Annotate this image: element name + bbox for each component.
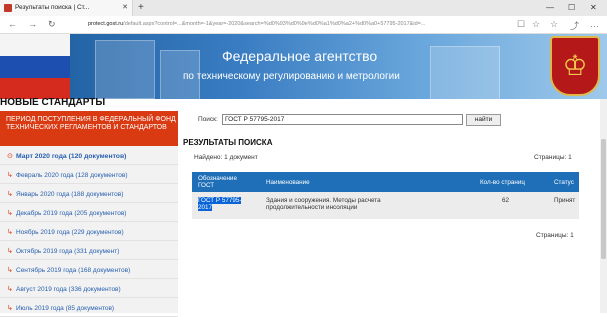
- document-pages: 62: [502, 197, 510, 204]
- forward-icon[interactable]: →: [28, 19, 37, 29]
- sidebar-period-header: ПЕРИОД ПОСТУПЛЕНИЯ В ФЕДЕРАЛЬНЫЙ ФОНД ТЕ…: [0, 111, 178, 146]
- back-icon[interactable]: ←: [8, 19, 17, 29]
- url-host: protect.gost.ru: [88, 21, 124, 27]
- arrow-icon: ↳: [7, 267, 13, 274]
- maximize-icon[interactable]: ☐: [568, 3, 575, 12]
- favicon-icon: [4, 4, 12, 12]
- results-title: РЕЗУЛЬТАТЫ ПОИСКА: [183, 138, 273, 147]
- sidebar-item-jul-2019[interactable]: ↳ Июль 2019 года (85 документов): [0, 300, 178, 317]
- sidebar-item-label: Сентябрь 2019 года (168 документов): [16, 267, 131, 274]
- arrow-icon: ↳: [7, 305, 13, 312]
- tab-title: Результаты поиска | Ст...: [15, 4, 90, 11]
- favorites-hub-icon[interactable]: ☆: [550, 19, 558, 30]
- arrow-icon: ↳: [7, 286, 13, 293]
- browser-tab[interactable]: Результаты поиска | Ст... ✕: [0, 0, 133, 16]
- arrow-icon: ↳: [7, 210, 13, 217]
- sidebar: ПЕРИОД ПОСТУПЛЕНИЯ В ФЕДЕРАЛЬНЫЙ ФОНД ТЕ…: [0, 111, 178, 317]
- url-path: /default.aspx?control=...&month=-1&year=…: [123, 21, 426, 27]
- building-image: [430, 46, 500, 99]
- arrow-icon: ↳: [7, 248, 13, 255]
- pagination-top: Страницы: 1: [534, 154, 572, 161]
- tab-close-icon[interactable]: ✕: [122, 3, 128, 11]
- sidebar-item-label: Ноябрь 2019 года (229 документов): [16, 229, 124, 236]
- current-period-icon: ⊙: [7, 153, 13, 160]
- russian-flag-icon: [0, 34, 70, 99]
- scrollbar-thumb[interactable]: [601, 139, 606, 259]
- sidebar-item-label: Август 2019 года (336 документов): [16, 286, 121, 293]
- sidebar-item-label: Декабрь 2019 года (205 документов): [16, 210, 127, 217]
- search-label: Поиск:: [198, 116, 218, 123]
- banner-title: Федеральное агентство: [222, 48, 378, 64]
- browser-tab-bar: Результаты поиска | Ст... ✕ + — ☐ ✕: [0, 0, 607, 16]
- banner-subtitle: по техническому регулированию и метролог…: [183, 71, 400, 82]
- sidebar-item-label: Январь 2020 года (188 документов): [16, 191, 124, 198]
- sidebar-item-label: Июль 2019 года (85 документов): [16, 305, 115, 312]
- coat-of-arms-icon: ♔: [550, 36, 600, 96]
- reading-view-icon[interactable]: ☐: [517, 19, 525, 30]
- window-close-icon[interactable]: ✕: [590, 3, 597, 12]
- sidebar-item-label: Октябрь 2019 года (331 документ): [16, 248, 120, 255]
- share-icon[interactable]: ⤴: [570, 19, 579, 32]
- column-designation[interactable]: Обозначение ГОСТ: [198, 175, 237, 189]
- sidebar-heading: НОВЫЕ СТАНДАРТЫ: [0, 97, 106, 108]
- more-icon[interactable]: …: [590, 19, 599, 29]
- sidebar-item-jan-2020[interactable]: ↳ Январь 2020 года (188 документов): [0, 186, 178, 203]
- column-name[interactable]: Наименование: [266, 179, 310, 186]
- minimize-icon[interactable]: —: [546, 3, 554, 12]
- favorite-star-icon[interactable]: ☆: [532, 19, 540, 30]
- address-bar: ← → ↻ protect.gost.ru/default.aspx?contr…: [0, 16, 607, 34]
- sidebar-item-nov-2019[interactable]: ↳ Ноябрь 2019 года (229 документов): [0, 224, 178, 241]
- sidebar-item-sep-2019[interactable]: ↳ Сентябрь 2019 года (168 документов): [0, 262, 178, 279]
- arrow-icon: ↳: [7, 229, 13, 236]
- vertical-scrollbar[interactable]: [600, 99, 607, 313]
- new-tab-icon[interactable]: +: [138, 2, 144, 13]
- sidebar-item-dec-2019[interactable]: ↳ Декабрь 2019 года (205 документов): [0, 205, 178, 222]
- document-status: Принят: [554, 197, 576, 204]
- main-content: Поиск: найти РЕЗУЛЬТАТЫ ПОИСКА Найдено: …: [178, 111, 598, 313]
- results-count: Найдено: 1 документ: [194, 154, 258, 161]
- column-pages[interactable]: Кол-во страниц: [480, 179, 525, 186]
- sidebar-item-aug-2019[interactable]: ↳ Август 2019 года (336 документов): [0, 281, 178, 298]
- pagination-bottom: Страницы: 1: [536, 232, 574, 239]
- arrow-icon: ↳: [7, 172, 13, 179]
- sidebar-item-march-2020[interactable]: ⊙ Март 2020 года (120 документов): [0, 148, 178, 165]
- table-row: ГОСТ Р 57795- 2017 Здания и сооружения. …: [192, 192, 579, 219]
- refresh-icon[interactable]: ↻: [48, 19, 56, 30]
- sidebar-item-feb-2020[interactable]: ↳ Февраль 2020 года (128 документов): [0, 167, 178, 184]
- document-link[interactable]: ГОСТ Р 57795- 2017: [198, 197, 242, 211]
- arrow-icon: ↳: [7, 191, 13, 198]
- sidebar-item-label: Март 2020 года (120 документов): [16, 153, 127, 160]
- search-button[interactable]: найти: [466, 114, 501, 126]
- sidebar-item-oct-2019[interactable]: ↳ Октябрь 2019 года (331 документ): [0, 243, 178, 260]
- sidebar-item-label: Февраль 2020 года (128 документов): [16, 172, 128, 179]
- document-name: Здания и сооружения. Методы расчета прод…: [266, 197, 381, 211]
- url-field[interactable]: protect.gost.ru/default.aspx?control=...…: [88, 21, 508, 27]
- search-input[interactable]: [222, 114, 463, 125]
- building-image: [95, 40, 155, 99]
- results-table-header: Обозначение ГОСТ Наименование Кол-во стр…: [192, 172, 579, 192]
- site-banner: Федеральное агентство по техническому ре…: [0, 34, 607, 99]
- column-status[interactable]: Статус: [554, 179, 574, 186]
